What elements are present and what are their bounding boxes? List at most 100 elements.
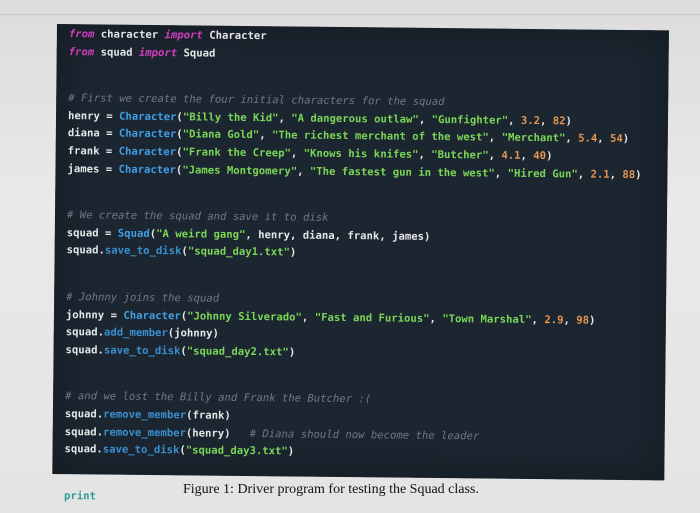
code-token-fn: add_member bbox=[103, 326, 168, 340]
code-token-plain: , bbox=[609, 168, 623, 181]
code-token-cls: Character bbox=[123, 309, 181, 322]
code-token-plain: , bbox=[597, 133, 611, 146]
code-line: from character import Character bbox=[69, 28, 267, 42]
code-token-plain: ) bbox=[622, 133, 630, 146]
code-token-plain: ) bbox=[635, 168, 642, 181]
code-token-fn: save_to_disk bbox=[103, 344, 181, 358]
code-line: squad.remove_member(frank) bbox=[65, 408, 231, 422]
code-token-plain: , bbox=[508, 114, 521, 127]
page-divider bbox=[0, 14, 700, 15]
code-token-plain: james = bbox=[67, 162, 119, 176]
code-token-cls: Squad bbox=[117, 227, 150, 240]
code-token-com: # and we lost the Billy and Frank the Bu… bbox=[65, 390, 372, 406]
code-line: squad.save_to_disk("squad_day3.txt") bbox=[64, 443, 294, 457]
code-token-plain: ) bbox=[287, 445, 295, 458]
code-token-plain: , henry, diana, frank, james) bbox=[245, 228, 431, 243]
code-line: squad.remove_member(henry) # Diana shoul… bbox=[65, 426, 480, 442]
code-line: squad.save_to_disk("squad_day2.txt") bbox=[66, 344, 296, 358]
code-token-str: "Merchant" bbox=[501, 132, 566, 145]
code-token-plain: squad. bbox=[65, 326, 105, 339]
code-line: from squad import Squad bbox=[69, 46, 216, 60]
code-token-plain: diana = bbox=[67, 127, 119, 141]
code-token-plain: squad. bbox=[64, 443, 103, 456]
code-token-plain: (frank) bbox=[186, 409, 231, 422]
code-token-plain: , bbox=[577, 168, 591, 181]
code-line: squad.add_member(johnny) bbox=[66, 326, 219, 340]
code-token-plain: , bbox=[278, 112, 292, 125]
code-token-str: "A weird gang" bbox=[156, 227, 246, 241]
code-token-str: "Town Marshal" bbox=[442, 312, 532, 326]
code-token-num: 98 bbox=[576, 314, 590, 327]
code-token-cls: Character bbox=[118, 163, 176, 176]
code-token-num: 54 bbox=[609, 133, 623, 146]
code-token-plain: (squad) bbox=[95, 490, 141, 503]
code-token-str: "squad_day2.txt" bbox=[186, 345, 289, 359]
code-token-plain: squad bbox=[94, 45, 139, 59]
code-token-str: "Butcher" bbox=[431, 148, 489, 162]
code-token-plain: Squad bbox=[177, 46, 216, 60]
code-token-plain: (johnny) bbox=[167, 327, 219, 340]
code-token-com: # Diana should now become the leader bbox=[249, 427, 480, 443]
code-line: frank = Character("Frank the Creep", "Kn… bbox=[68, 145, 553, 162]
code-token-str: "Knows his knifes" bbox=[303, 147, 419, 161]
code-token-cls: Character bbox=[118, 128, 177, 141]
code-token-str: "Gunfighter" bbox=[431, 113, 509, 127]
code-line: # and we lost the Billy and Frank the Bu… bbox=[65, 390, 371, 405]
code-line: squad.save_to_disk("squad_day1.txt") bbox=[67, 245, 297, 259]
code-token-plain: , bbox=[531, 313, 545, 326]
code-token-plain: , bbox=[418, 148, 432, 161]
code-token-num: 4.1 bbox=[501, 149, 521, 162]
code-line: squad = Squad("A weird gang", henry, dia… bbox=[67, 227, 431, 243]
code-token-plain: , bbox=[520, 149, 534, 162]
code-token-kw: from bbox=[68, 28, 95, 41]
code-token-str: "Johnny Silverado" bbox=[187, 309, 303, 324]
code-token-plain: , bbox=[259, 129, 273, 142]
code-token-cls: Character bbox=[118, 145, 177, 159]
code-token-str: "Billy the Kid" bbox=[182, 111, 279, 125]
code-token-str: "squad_day1.txt" bbox=[187, 245, 290, 259]
code-token-fn: remove_member bbox=[102, 426, 186, 439]
code-token-str: "Frank the Creep" bbox=[182, 146, 291, 160]
code-token-pr: print bbox=[63, 489, 97, 503]
code-token-plain: , bbox=[565, 132, 579, 145]
code-token-plain: , bbox=[429, 312, 443, 325]
code-line: johnny = Character("Johnny Silverado", "… bbox=[66, 309, 596, 327]
code-token-plain: squad. bbox=[64, 425, 104, 439]
code-token-num: 2.9 bbox=[544, 313, 564, 326]
code-line: james = Character("James Montgomery", "T… bbox=[67, 163, 641, 181]
code-token-plain: (henry) bbox=[185, 426, 250, 440]
code-token-num: 82 bbox=[552, 114, 566, 128]
code-token-plain: squad = bbox=[66, 226, 118, 240]
code-token-plain: , bbox=[301, 311, 315, 324]
code-token-plain: squad. bbox=[64, 408, 104, 421]
code-token-num: 5.4 bbox=[578, 132, 598, 146]
code-token-str: "Hired Gun" bbox=[507, 167, 578, 181]
code-token-plain: , bbox=[494, 167, 508, 180]
code-token-str: "Diana Gold" bbox=[182, 128, 260, 142]
code-line: henry = Character("Billy the Kid", "A da… bbox=[68, 110, 572, 127]
code-line: # First we create the four initial chara… bbox=[68, 92, 444, 108]
code-token-cls: Character bbox=[119, 110, 177, 124]
code-token-plain: , bbox=[418, 113, 432, 126]
code-token-str: "A dangerous outlaw" bbox=[291, 112, 419, 126]
code-line: print(squad) bbox=[64, 490, 141, 503]
code-token-fn: remove_member bbox=[103, 408, 187, 422]
code-token-str: "squad_day3.txt" bbox=[185, 444, 288, 458]
code-block: from character import Character from squa… bbox=[52, 24, 669, 503]
code-token-plain: squad. bbox=[65, 343, 104, 357]
code-token-str: "James Montgomery" bbox=[182, 163, 298, 178]
code-token-plain: frank = bbox=[67, 145, 119, 158]
code-token-num: 2.1 bbox=[590, 168, 610, 181]
code-token-plain: , bbox=[488, 131, 502, 145]
code-token-kw: from bbox=[68, 45, 95, 58]
code-token-num: 40 bbox=[533, 149, 547, 163]
code-token-fn: save_to_disk bbox=[104, 244, 182, 258]
code-token-plain: character bbox=[94, 28, 165, 42]
code-token-plain: ) bbox=[588, 314, 596, 327]
code-token-com: # First we create the four initial chara… bbox=[68, 92, 445, 109]
code-token-plain: squad. bbox=[66, 244, 105, 257]
code-token-kw: import bbox=[164, 29, 203, 42]
code-token-plain: ) bbox=[546, 150, 553, 163]
code-token-str: "Fast and Furious" bbox=[314, 311, 430, 325]
code-token-plain: ) bbox=[288, 346, 296, 359]
